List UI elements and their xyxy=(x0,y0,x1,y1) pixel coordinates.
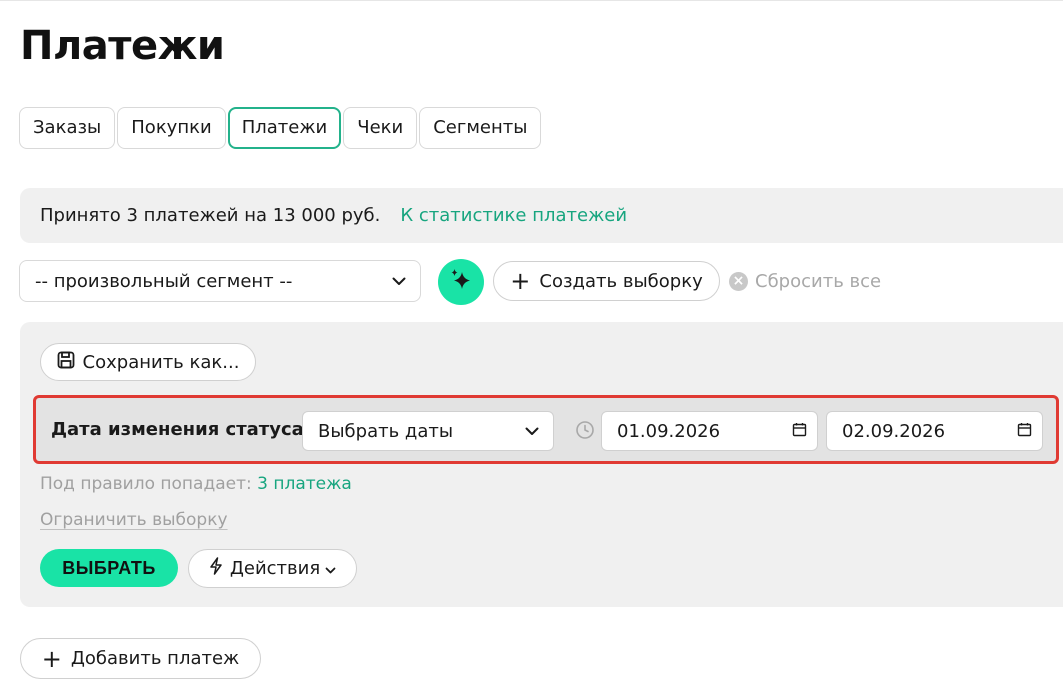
create-selection-label: Создать выборку xyxy=(539,270,703,292)
create-selection-button[interactable]: + Создать выборку xyxy=(493,261,720,301)
plus-icon: + xyxy=(41,644,62,673)
tab-payments[interactable]: Платежи xyxy=(227,107,342,149)
page-title: Платежи xyxy=(20,23,225,69)
date-to-input[interactable]: 02.09.2026 xyxy=(826,411,1043,451)
summary-text: Принято 3 платежей на 13 000 руб. xyxy=(40,205,381,226)
add-payment-label: Добавить платеж xyxy=(70,648,240,669)
limit-selection-link[interactable]: Ограничить выборку xyxy=(40,510,228,530)
add-payment-button[interactable]: + Добавить платеж xyxy=(20,638,261,679)
floppy-disk-icon xyxy=(57,351,83,374)
filter-panel: Сохранить как... Дата изменения статуса … xyxy=(20,322,1063,607)
save-as-button[interactable]: Сохранить как... xyxy=(40,343,256,381)
save-as-label: Сохранить как... xyxy=(82,351,240,373)
calendar-icon[interactable] xyxy=(792,421,807,442)
date-mode-value: Выбрать даты xyxy=(318,420,454,442)
tab-receipts[interactable]: Чеки xyxy=(343,107,418,149)
date-to-value: 02.09.2026 xyxy=(842,420,946,442)
rule-row-highlighted: Дата изменения статуса Выбрать даты 01.0… xyxy=(33,395,1059,464)
select-button[interactable]: ВЫБРАТЬ xyxy=(40,549,178,587)
date-from-value: 01.09.2026 xyxy=(617,420,721,442)
reset-all-label: Сбросить все xyxy=(755,270,882,292)
date-from-input[interactable]: 01.09.2026 xyxy=(601,411,818,451)
rule-count-link[interactable]: 3 платежа xyxy=(257,474,352,494)
sparkle-icon xyxy=(447,266,475,298)
reset-all-button[interactable]: × Сбросить все xyxy=(729,270,881,292)
segment-select-value: -- произвольный сегмент -- xyxy=(35,270,293,292)
segment-select[interactable]: -- произвольный сегмент -- xyxy=(19,260,421,302)
chevron-down-icon xyxy=(392,274,406,288)
tab-orders[interactable]: Заказы xyxy=(19,107,116,149)
lightning-icon xyxy=(209,557,223,580)
ai-magic-button[interactable] xyxy=(438,259,484,305)
rule-match-count: Под правило попадает: 3 платежа xyxy=(40,474,352,494)
chevron-down-icon xyxy=(525,424,539,438)
actions-button[interactable]: Действия xyxy=(188,549,357,588)
page: Платежи Заказы Покупки Платежи Чеки Сегм… xyxy=(0,0,1063,700)
date-mode-select[interactable]: Выбрать даты xyxy=(302,411,554,451)
calendar-icon[interactable] xyxy=(1017,421,1032,442)
chevron-down-icon xyxy=(325,558,336,579)
tab-purchases[interactable]: Покупки xyxy=(117,107,226,149)
rule-field-label: Дата изменения статуса xyxy=(51,419,304,440)
plus-icon: + xyxy=(510,267,531,295)
tab-segments[interactable]: Сегменты xyxy=(419,107,542,149)
tabs: Заказы Покупки Платежи Чеки Сегменты xyxy=(19,107,543,149)
top-divider xyxy=(0,0,1063,1)
clock-icon xyxy=(575,420,595,440)
rule-count-prefix: Под правило попадает: xyxy=(40,474,252,494)
stats-link[interactable]: К статистике платежей xyxy=(400,205,627,226)
close-circle-icon: × xyxy=(729,271,748,291)
summary-bar: Принято 3 платежей на 13 000 руб. К стат… xyxy=(20,188,1063,243)
actions-label: Действия xyxy=(229,558,321,579)
